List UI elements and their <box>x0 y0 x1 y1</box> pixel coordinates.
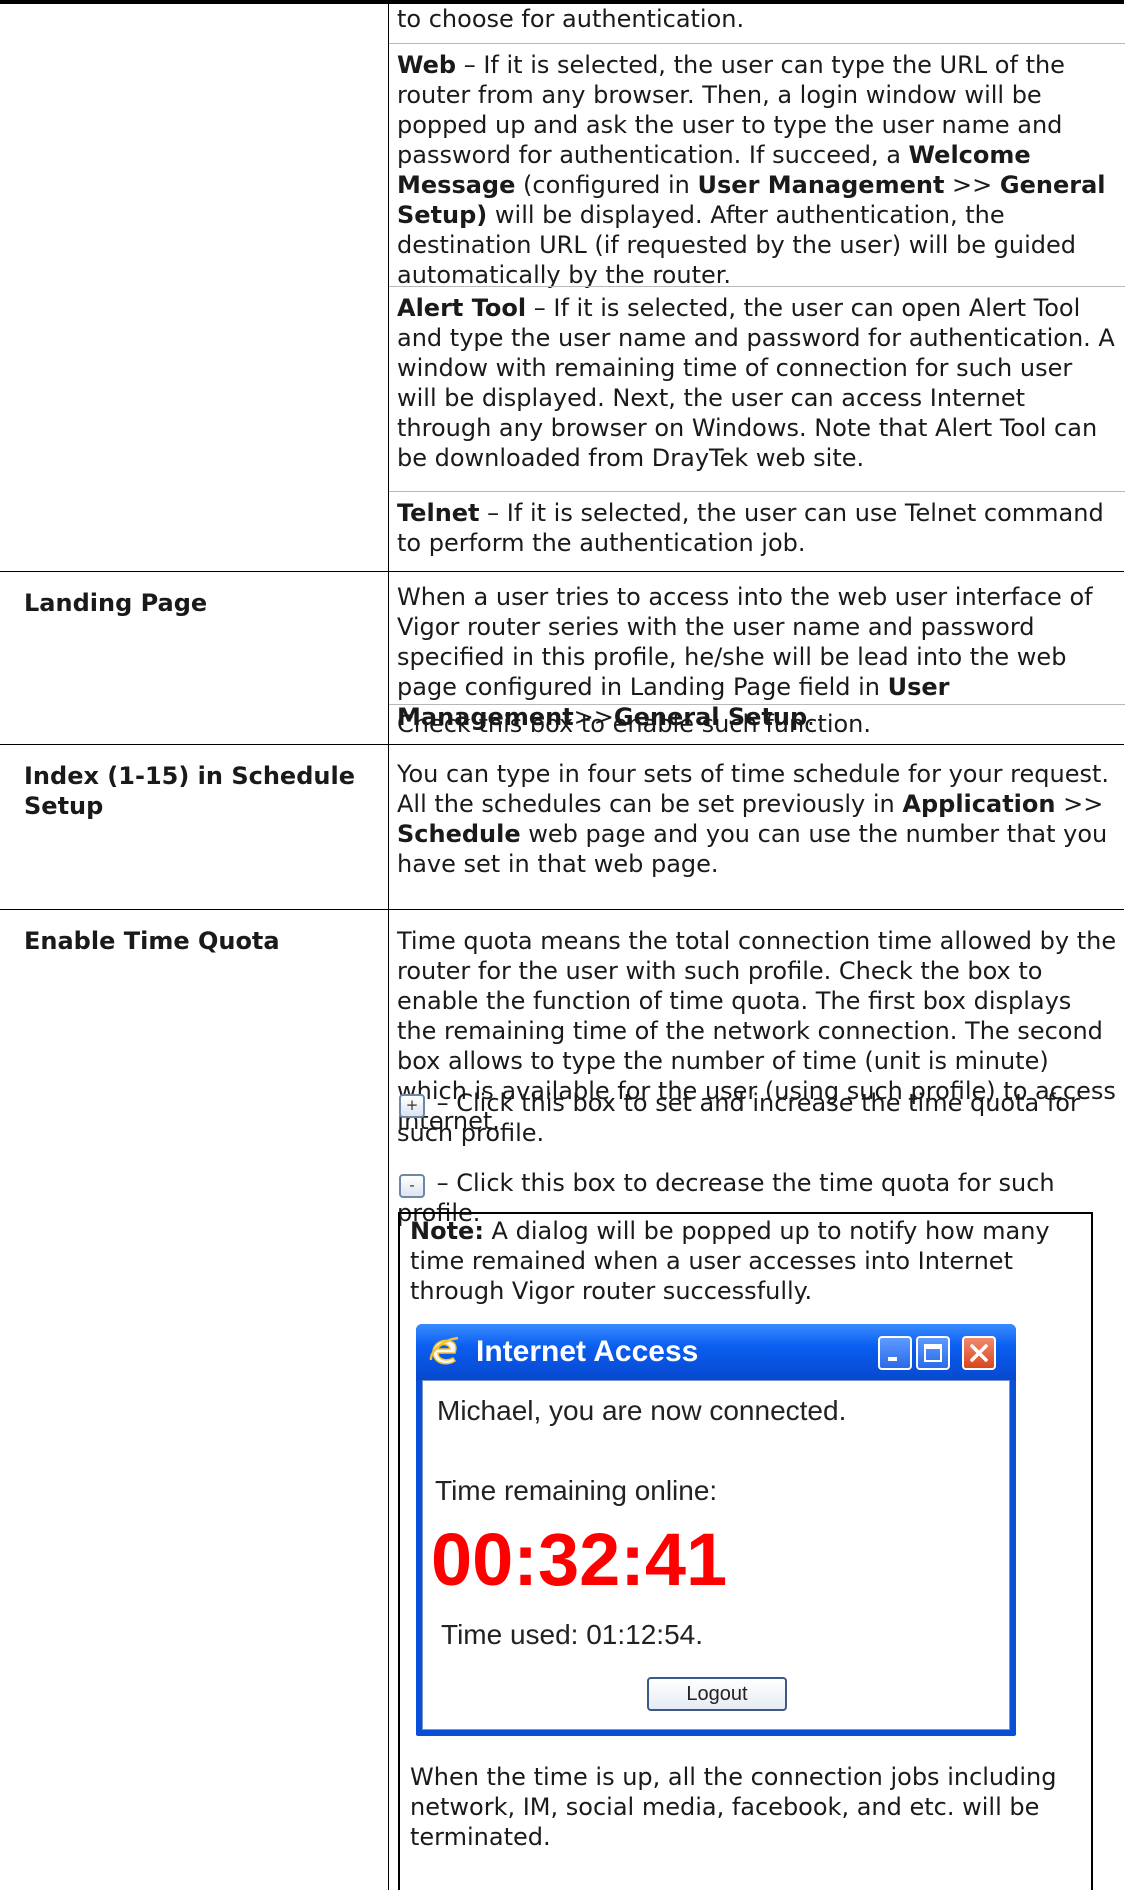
logout-button[interactable]: Logout <box>647 1677 787 1711</box>
table-row-authentication: to choose for authentication. Web – If i… <box>0 4 1125 572</box>
landing-page-label: Landing Page <box>24 589 208 617</box>
table-row-landing-page: Landing Page When a user tries to access… <box>0 572 1125 745</box>
row-label-cell: Landing Page <box>0 572 388 744</box>
web-term: Web <box>397 51 457 79</box>
web-text-4: will be displayed. After authentication,… <box>397 201 1076 289</box>
increase-quota-text: – Click this box to set and increase the… <box>397 1089 1080 1147</box>
schedule-text-2: >> <box>1055 790 1104 818</box>
landing-text-1: When a user tries to access into the web… <box>397 583 1093 701</box>
internet-explorer-icon <box>429 1336 459 1365</box>
remaining-time-countdown: 00:32:41 <box>431 1518 728 1601</box>
row-description-schedule: You can type in four sets of time schedu… <box>388 745 1125 909</box>
note-text: Note: A dialog will be popped up to noti… <box>410 1216 1070 1306</box>
telnet-term: Telnet <box>397 499 480 527</box>
row-description-landing-page: When a user tries to access into the web… <box>388 572 1125 744</box>
auth-telnet-paragraph: Telnet – If it is selected, the user can… <box>389 491 1125 558</box>
table-row-schedule: Index (1-15) in Schedule Setup You can t… <box>0 745 1124 910</box>
plus-box-icon: + <box>399 1094 425 1118</box>
dialog-title: Internet Access <box>476 1335 699 1368</box>
time-used-label: Time used: 01:12:54. <box>441 1619 704 1650</box>
auth-web-paragraph: Web – If it is selected, the user can ty… <box>389 43 1125 290</box>
dialog-titlebar: Internet Access <box>416 1324 1016 1380</box>
alert-tool-term: Alert Tool <box>397 294 527 322</box>
row-description-authentication: to choose for authentication. Web – If i… <box>388 4 1125 571</box>
landing-check-note: Check this box to enable such function. <box>389 704 1125 739</box>
schedule-term: Schedule <box>397 820 521 848</box>
dialog-body: Michael, you are now connected. Time rem… <box>422 1380 1010 1730</box>
web-text-2: (configured in <box>515 171 698 199</box>
maximize-icon <box>924 1344 942 1362</box>
connected-message: Michael, you are now connected. <box>437 1395 847 1426</box>
user-management-term: User Management <box>697 171 945 199</box>
time-quota-label: Enable Time Quota <box>24 927 280 955</box>
auth-alert-tool-paragraph: Alert Tool – If it is selected, the user… <box>389 286 1125 473</box>
web-text-3: >> <box>944 171 1000 199</box>
schedule-label: Index (1-15) in Schedule Setup <box>24 762 355 820</box>
internet-access-dialog: Internet Access Michael, you are now con… <box>416 1324 1016 1736</box>
maximize-button[interactable] <box>916 1336 950 1370</box>
note-conclusion: When the time is up, all the connection … <box>410 1763 1057 1851</box>
schedule-description: You can type in four sets of time schedu… <box>389 759 1125 879</box>
auth-intro: to choose for authentication. <box>397 5 745 33</box>
close-icon <box>970 1344 988 1362</box>
note-label: Note: <box>410 1217 484 1245</box>
note-box: Note: A dialog will be popped up to noti… <box>398 1212 1093 1890</box>
application-term: Application <box>902 790 1056 818</box>
minus-box-icon: - <box>399 1174 425 1198</box>
row-label-cell: Enable Time Quota <box>0 910 388 1890</box>
close-button[interactable] <box>962 1336 996 1370</box>
time-remaining-label: Time remaining online: <box>435 1475 718 1506</box>
increase-quota-paragraph: + – Click this box to set and increase t… <box>389 1088 1125 1148</box>
note-body: A dialog will be popped up to notify how… <box>410 1217 1050 1305</box>
telnet-text: – If it is selected, the user can use Te… <box>397 499 1104 557</box>
minimize-icon <box>888 1357 897 1361</box>
row-label-empty <box>0 4 388 571</box>
minimize-button[interactable] <box>878 1336 912 1370</box>
row-label-cell: Index (1-15) in Schedule Setup <box>0 745 388 909</box>
